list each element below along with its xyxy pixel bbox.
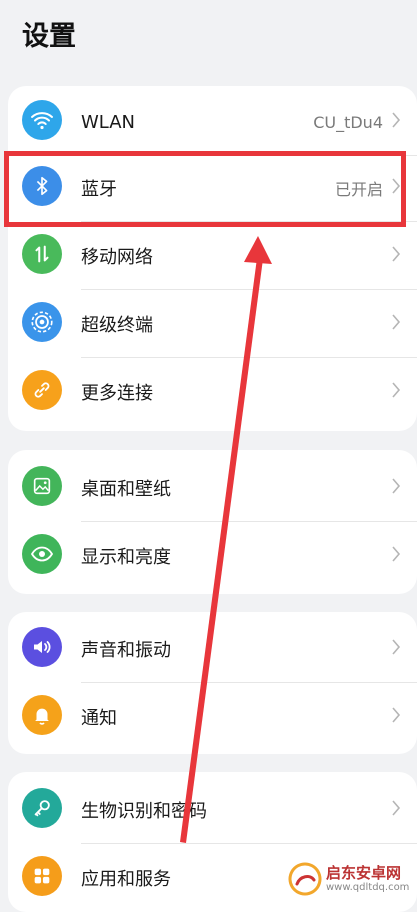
watermark: 启东安卓网 www.qdltdq.com [288,862,409,896]
annotation-arrow [180,236,272,843]
watermark-url: www.qdltdq.com [326,881,410,893]
watermark-logo [288,862,322,896]
watermark-name: 启东安卓网 [326,863,402,882]
